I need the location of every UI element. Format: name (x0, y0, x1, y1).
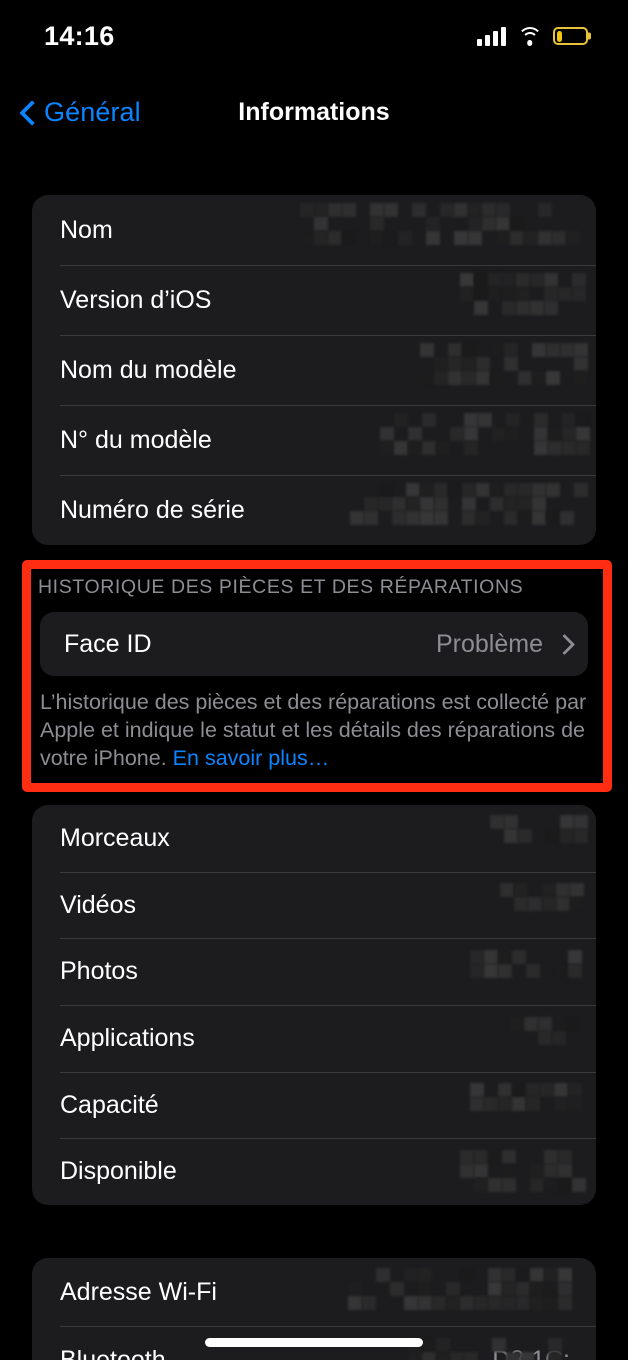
repair-history-list: Face ID Problème (40, 612, 588, 676)
home-indicator-bar[interactable] (205, 1338, 423, 1347)
table-row-applications[interactable]: Applications (32, 1005, 596, 1072)
device-info-list: Nom Version d’iOS Nom du modèle N° du mo… (32, 195, 596, 545)
table-row-numero-du-modele[interactable]: N° du modèle (32, 405, 596, 475)
iphone-settings-about-screen: 14:16 Général Informations Nom Version d (0, 0, 628, 1360)
cellular-signal-icon (477, 26, 506, 46)
table-row-adresse-wifi[interactable]: Adresse Wi-Fi (32, 1258, 596, 1326)
row-label: Photos (60, 957, 138, 986)
row-label: Nom du modèle (60, 355, 237, 384)
storage-info-list: Morceaux Vidéos Photos Applications Capa… (32, 805, 596, 1205)
row-label: Adresse Wi-Fi (60, 1277, 217, 1306)
row-label: Version d’iOS (60, 285, 212, 314)
status-bar-clock: 14:16 (44, 20, 115, 51)
bluetooth-address-value: D8:1C: (492, 1345, 570, 1360)
status-bar-indicators (477, 26, 591, 46)
page-title: Informations (238, 97, 390, 126)
row-label: Vidéos (60, 890, 136, 919)
navigation-bar: Général Informations (0, 86, 628, 138)
row-label: Applications (60, 1023, 195, 1052)
wifi-icon (517, 26, 542, 46)
row-label: Disponible (60, 1157, 177, 1186)
status-badge: Problème (436, 629, 543, 658)
table-row-videos[interactable]: Vidéos (32, 871, 596, 939)
status-bar: 14:16 (0, 0, 628, 72)
row-label: Morceaux (60, 823, 170, 852)
row-label: Bluetooth (60, 1345, 166, 1360)
learn-more-link[interactable]: En savoir plus… (173, 746, 330, 770)
table-row-capacite[interactable]: Capacité (32, 1071, 596, 1139)
row-label: Face ID (64, 629, 152, 658)
section-footer-repair-history: L’historique des pièces et des réparatio… (40, 688, 588, 772)
table-row-nom-du-modele[interactable]: Nom du modèle (32, 335, 596, 405)
row-label: Numéro de série (60, 495, 245, 524)
table-row-morceaux[interactable]: Morceaux (32, 805, 596, 872)
table-row-photos[interactable]: Photos (32, 938, 596, 1005)
section-header-repair-history: HISTORIQUE DES PIÈCES ET DES RÉPARATIONS (38, 576, 524, 598)
table-row-version-ios[interactable]: Version d’iOS (32, 265, 596, 335)
table-row-face-id[interactable]: Face ID Problème (40, 612, 588, 676)
table-row-disponible[interactable]: Disponible (32, 1138, 596, 1205)
chevron-right-icon (557, 633, 570, 655)
row-label: Nom (60, 215, 113, 244)
battery-low-icon (553, 27, 591, 45)
table-row-nom[interactable]: Nom (32, 195, 596, 265)
table-row-numero-de-serie[interactable]: Numéro de série (32, 475, 596, 545)
row-label: N° du modèle (60, 425, 212, 454)
row-label: Capacité (60, 1090, 159, 1119)
